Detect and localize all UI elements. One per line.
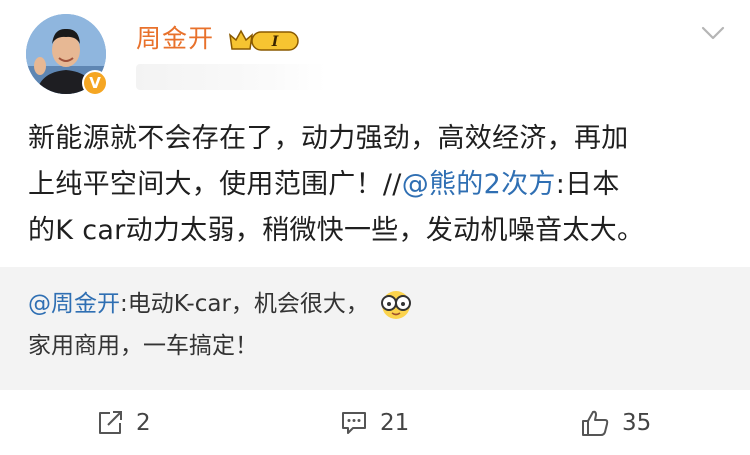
vip-crown-badge-icon: I (228, 29, 299, 51)
like-count: 35 (622, 410, 652, 436)
verified-badge: V (82, 70, 108, 96)
post-text-line: 新能源就不会存在了，动力强劲，高效经济，再加 (28, 123, 629, 154)
like-button[interactable]: 35 (580, 406, 651, 440)
vip-level: I (271, 34, 279, 50)
post-meta-blurred (136, 64, 326, 90)
share-count: 2 (136, 410, 151, 436)
retweet-text-line: @周金开:电动K-car，机会很大， (28, 283, 728, 325)
share-icon (99, 411, 122, 434)
username[interactable]: 周金开 (136, 22, 214, 56)
retweet-block[interactable]: @周金开:电动K-car，机会很大， 家用商用，一车搞定！ (0, 267, 750, 390)
post-text-line: 上纯平空间大，使用范围广！//@熊的2次方:日本 (28, 169, 620, 200)
comment-button[interactable]: 21 (340, 406, 409, 440)
share-button[interactable]: 2 (96, 406, 151, 440)
glasses-emoji-icon (380, 290, 411, 319)
comment-count: 21 (380, 410, 410, 436)
retweet-text-line: 家用商用，一车搞定！ (28, 333, 258, 359)
action-bar: 2 21 35 (0, 390, 750, 455)
post-text-line: 的K car动力太弱，稍微快一些，发动机噪音太大。 (28, 215, 645, 246)
post-body: 新能源就不会存在了，动力强劲，高效经济，再加 上纯平空间大，使用范围广！//@熊… (28, 116, 728, 254)
chevron-down-icon[interactable] (700, 24, 726, 42)
comment-icon (342, 412, 366, 434)
post-header: V 周金开 I (0, 0, 750, 110)
retweet-mention-link[interactable]: @周金开 (28, 291, 120, 317)
mention-link[interactable]: @熊的2次方 (402, 169, 556, 200)
thumbs-up-icon (582, 410, 609, 436)
